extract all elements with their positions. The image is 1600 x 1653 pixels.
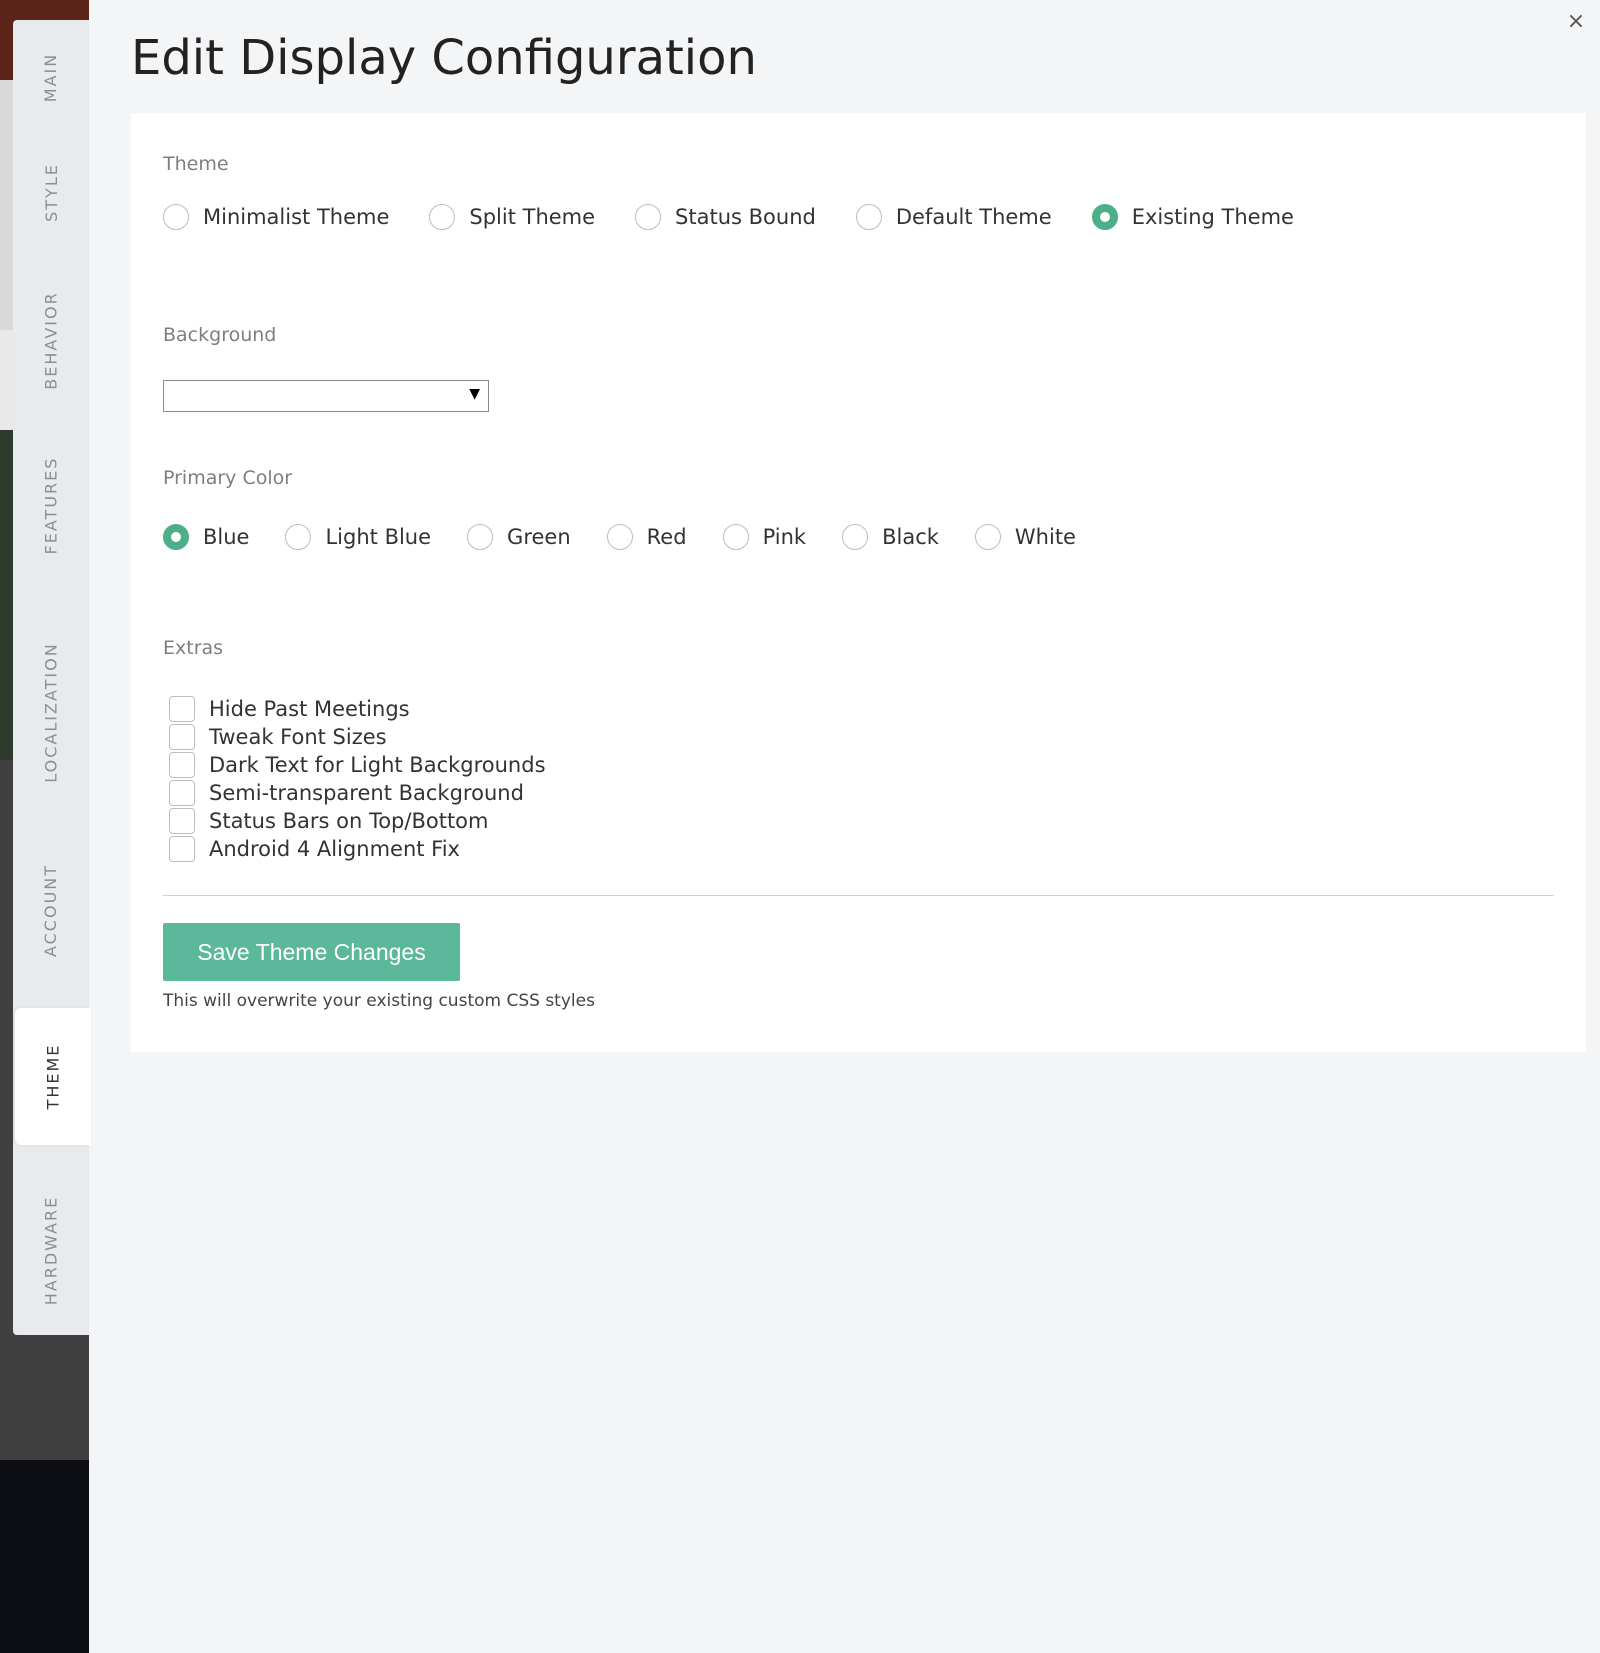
primary-color-radio-group: Blue Light Blue Green Red Pink Black Whi… [163, 524, 1076, 550]
page-title: Edit Display Configuration [131, 30, 757, 86]
extras-item-status-bars[interactable]: Status Bars on Top/Bottom [169, 807, 546, 835]
extras-item-label: Dark Text for Light Backgrounds [209, 753, 546, 777]
theme-option-label: Default Theme [895, 205, 1052, 229]
checkbox-icon[interactable] [169, 696, 195, 722]
color-option-label: Light Blue [325, 525, 432, 549]
color-option-black[interactable]: Black [842, 524, 939, 550]
tab-localization-label: LOCALIZATION [41, 642, 61, 783]
tab-features-label: FEATURES [41, 456, 61, 554]
radio-checked-icon[interactable] [1091, 204, 1118, 230]
color-option-white[interactable]: White [974, 524, 1076, 550]
checkbox-icon[interactable] [169, 752, 195, 778]
extras-section-label: Extras [163, 637, 224, 659]
color-option-label: Green [507, 525, 571, 549]
extras-item-label: Status Bars on Top/Bottom [209, 809, 489, 833]
extras-item-android-fix[interactable]: Android 4 Alignment Fix [169, 835, 546, 863]
tab-localization[interactable]: LOCALIZATION [13, 620, 89, 805]
color-option-label: Red [646, 525, 687, 549]
side-tab-bar: MAIN STYLE BEHAVIOR FEATURES LOCALIZATIO… [13, 20, 91, 1335]
tab-main[interactable]: MAIN [13, 20, 89, 135]
tab-style-label: STYLE [41, 163, 61, 222]
extras-item-semi-transparent[interactable]: Semi-transparent Background [169, 779, 546, 807]
radio-icon[interactable] [285, 524, 312, 550]
radio-icon[interactable] [855, 204, 882, 230]
theme-option-label: Split Theme [469, 205, 596, 229]
primary-color-section-label: Primary Color [163, 467, 293, 489]
radio-icon[interactable] [974, 524, 1001, 550]
extras-item-label: Android 4 Alignment Fix [209, 837, 460, 861]
tab-behavior[interactable]: BEHAVIOR [13, 260, 89, 420]
radio-icon[interactable] [163, 204, 189, 230]
color-option-blue[interactable]: Blue [163, 524, 249, 550]
theme-radio-group: Minimalist Theme Split Theme Status Boun… [163, 204, 1294, 230]
tab-hardware-label: HARDWARE [41, 1195, 61, 1305]
tab-account[interactable]: ACCOUNT [13, 830, 89, 990]
close-button[interactable]: × [1564, 10, 1588, 34]
color-option-label: White [1014, 525, 1076, 549]
radio-icon[interactable] [467, 524, 494, 550]
extras-item-label: Hide Past Meetings [209, 697, 410, 721]
extras-item-label: Tweak Font Sizes [209, 725, 387, 749]
theme-option-label: Status Bound [675, 205, 816, 229]
color-option-green[interactable]: Green [467, 524, 571, 550]
radio-icon[interactable] [635, 204, 662, 230]
color-option-pink[interactable]: Pink [722, 524, 807, 550]
overwrite-warning: This will overwrite your existing custom… [163, 991, 595, 1011]
color-option-label: Black [882, 525, 939, 549]
tab-theme-label: THEME [43, 1043, 63, 1110]
radio-icon[interactable] [842, 524, 869, 550]
theme-option-default[interactable]: Default Theme [855, 204, 1052, 230]
tab-hardware[interactable]: HARDWARE [13, 1165, 89, 1335]
checkbox-icon[interactable] [169, 724, 195, 750]
color-option-label: Pink [762, 525, 807, 549]
checkbox-icon[interactable] [169, 808, 195, 834]
checkbox-icon[interactable] [169, 780, 195, 806]
tab-account-label: ACCOUNT [41, 863, 61, 957]
theme-section-label: Theme [163, 153, 229, 175]
tab-main-label: MAIN [41, 52, 61, 103]
save-theme-button[interactable]: Save Theme Changes [163, 923, 460, 981]
extras-item-dark-text[interactable]: Dark Text for Light Backgrounds [169, 751, 546, 779]
color-option-light-blue[interactable]: Light Blue [285, 524, 431, 550]
tab-features[interactable]: FEATURES [13, 425, 89, 585]
theme-option-label: Existing Theme [1131, 205, 1294, 229]
config-card: Theme Minimalist Theme Split Theme Statu… [131, 113, 1586, 1052]
theme-option-status-bound[interactable]: Status Bound [635, 204, 816, 230]
chevron-down-icon: ▼ [469, 386, 480, 402]
color-option-label: Blue [203, 525, 250, 549]
radio-icon[interactable] [606, 524, 633, 550]
background-select[interactable]: ▼ [163, 380, 489, 412]
theme-option-label: Minimalist Theme [203, 205, 390, 229]
theme-option-split[interactable]: Split Theme [429, 204, 595, 230]
tab-theme[interactable]: THEME [15, 1008, 91, 1145]
extras-item-hide-past-meetings[interactable]: Hide Past Meetings [169, 695, 546, 723]
extras-item-label: Semi-transparent Background [209, 781, 524, 805]
tab-style[interactable]: STYLE [13, 135, 89, 250]
radio-icon[interactable] [722, 524, 749, 550]
radio-checked-icon[interactable] [163, 524, 189, 550]
radio-icon[interactable] [429, 204, 456, 230]
extras-checkbox-list: Hide Past Meetings Tweak Font Sizes Dark… [169, 695, 546, 863]
tab-behavior-label: BEHAVIOR [41, 290, 61, 390]
theme-option-minimalist[interactable]: Minimalist Theme [163, 204, 389, 230]
background-section-label: Background [163, 324, 277, 346]
extras-item-tweak-font-sizes[interactable]: Tweak Font Sizes [169, 723, 546, 751]
checkbox-icon[interactable] [169, 836, 195, 862]
divider [163, 895, 1554, 896]
theme-option-existing[interactable]: Existing Theme [1091, 204, 1294, 230]
color-option-red[interactable]: Red [606, 524, 687, 550]
